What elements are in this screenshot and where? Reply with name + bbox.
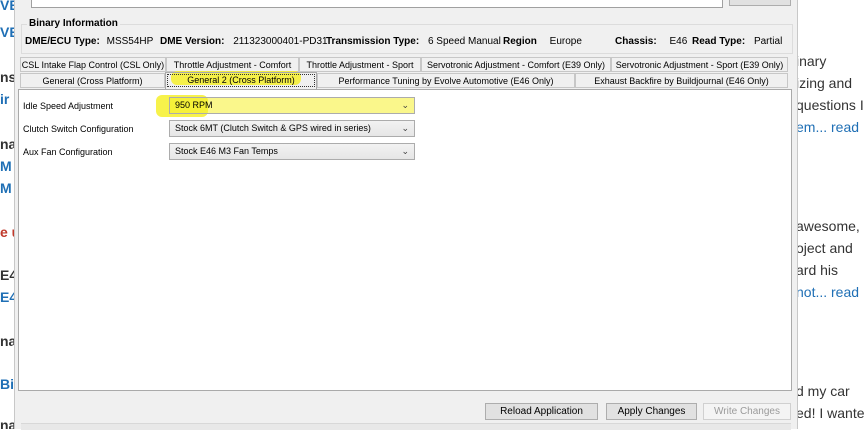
tab-exhaust-backfire[interactable]: Exhaust Backfire by Buildjournal (E46 On… [575, 73, 788, 88]
bg-left-text: M [0, 180, 12, 196]
region-field: Region Europe [503, 36, 582, 47]
bg-left-text: VE [0, 0, 14, 13]
binary-info-title: Binary Information [27, 18, 120, 29]
clutch-switch-label: Clutch Switch Configuration [23, 124, 134, 134]
tab-throttle-comfort[interactable]: Throttle Adjustment - Comfort [166, 57, 299, 72]
region-value: Europe [549, 36, 582, 47]
dme-version-field: DME Version: 211323000401-PD31 [160, 36, 328, 47]
bg-left-text: na [0, 136, 14, 152]
bg-right-text: awesome, [796, 218, 860, 234]
bg-right-link[interactable]: em... read [796, 118, 859, 136]
tab-throttle-sport[interactable]: Throttle Adjustment - Sport [299, 57, 421, 72]
read-type-value: Partial [753, 36, 783, 47]
bg-right-text: ed! I wante [796, 405, 864, 421]
write-changes-button: Write Changes [703, 403, 791, 420]
app-window: Binary Information DME/ECU Type: MSS54HP… [14, 0, 798, 430]
bg-left-text: M [0, 158, 12, 174]
chevron-down-icon: ⌄ [401, 146, 409, 156]
bg-left-text: E4 [0, 289, 14, 305]
bg-left-text: nsi [0, 69, 14, 85]
aux-fan-select[interactable]: Stock E46 M3 Fan Temps ⌄ [169, 143, 415, 160]
region-label: Region [503, 36, 537, 47]
bg-right-text: d my car [796, 383, 850, 399]
bg-right-text: inary [796, 53, 827, 69]
dme-version-label: DME Version: [160, 36, 225, 47]
tab-servotronic-comfort[interactable]: Servotronic Adjustment - Comfort (E39 On… [421, 57, 611, 72]
clutch-switch-value: Stock 6MT (Clutch Switch & GPS wired in … [175, 123, 371, 133]
transmission-label: Transmission Type: [326, 36, 420, 47]
bg-left-text: E4 [0, 267, 14, 283]
tab-performance-tuning[interactable]: Performance Tuning by Evolve Automotive … [317, 73, 575, 88]
tab-csl-intake-flap[interactable]: CSL Intake Flap Control (CSL Only) [20, 57, 166, 72]
dme-version-value: 211323000401-PD31 [233, 36, 328, 47]
bg-right-text: oject and [796, 240, 853, 256]
bg-left-text: ir [0, 91, 10, 107]
browse-button[interactable] [729, 0, 791, 6]
tab-servotronic-sport[interactable]: Servotronic Adjustment - Sport (E39 Only… [611, 57, 788, 72]
bg-left-text: VE [0, 24, 14, 40]
chevron-down-icon: ⌄ [401, 123, 409, 133]
bg-right-text: questions I [796, 97, 864, 113]
chevron-down-icon: ⌄ [401, 100, 409, 110]
chassis-label: Chassis: [615, 36, 657, 47]
idle-speed-label: Idle Speed Adjustment [23, 101, 114, 111]
bg-left-text: na [0, 417, 14, 429]
dme-type-value: MSS54HP [106, 36, 154, 47]
aux-fan-value: Stock E46 M3 Fan Temps [175, 146, 278, 156]
apply-changes-button[interactable]: Apply Changes [606, 403, 697, 420]
dme-type-label: DME/ECU Type: [25, 36, 100, 47]
file-path-input[interactable] [31, 0, 723, 8]
bg-right-text: izing and [796, 75, 853, 91]
bg-left-text: na [0, 333, 14, 349]
clutch-switch-select[interactable]: Stock 6MT (Clutch Switch & GPS wired in … [169, 120, 415, 137]
bg-right-link[interactable]: not... read [796, 283, 859, 301]
idle-speed-value: 950 RPM [175, 100, 213, 110]
bg-left-text: e u [0, 224, 14, 240]
read-type-field: Read Type: Partial [692, 36, 782, 47]
bg-left-text: Bir [0, 376, 14, 392]
chassis-value: E46 [669, 36, 688, 47]
aux-fan-label: Aux Fan Configuration [23, 147, 113, 157]
chassis-field: Chassis: E46 [615, 36, 687, 47]
transmission-value: 6 Speed Manual [427, 36, 501, 47]
tab-content-panel: Idle Speed Adjustment 950 RPM ⌄ Clutch S… [18, 89, 792, 391]
read-type-label: Read Type: [692, 36, 746, 47]
tab-general[interactable]: General (Cross Platform) [20, 73, 165, 88]
background-page-left: VE VE nsi ir na M M e u E4 E4 na Bir na [0, 0, 14, 429]
idle-speed-select[interactable]: 950 RPM ⌄ [169, 97, 415, 114]
tab-general-2[interactable]: General 2 (Cross Platform) [165, 72, 317, 89]
background-page-right: inary izing and questions I em... read a… [796, 0, 864, 429]
transmission-field: Transmission Type: 6 Speed Manual [326, 36, 501, 47]
reload-application-button[interactable]: Reload Application [485, 403, 598, 420]
dme-type-field: DME/ECU Type: MSS54HP [25, 36, 153, 47]
bg-right-text: ard his [796, 262, 839, 278]
